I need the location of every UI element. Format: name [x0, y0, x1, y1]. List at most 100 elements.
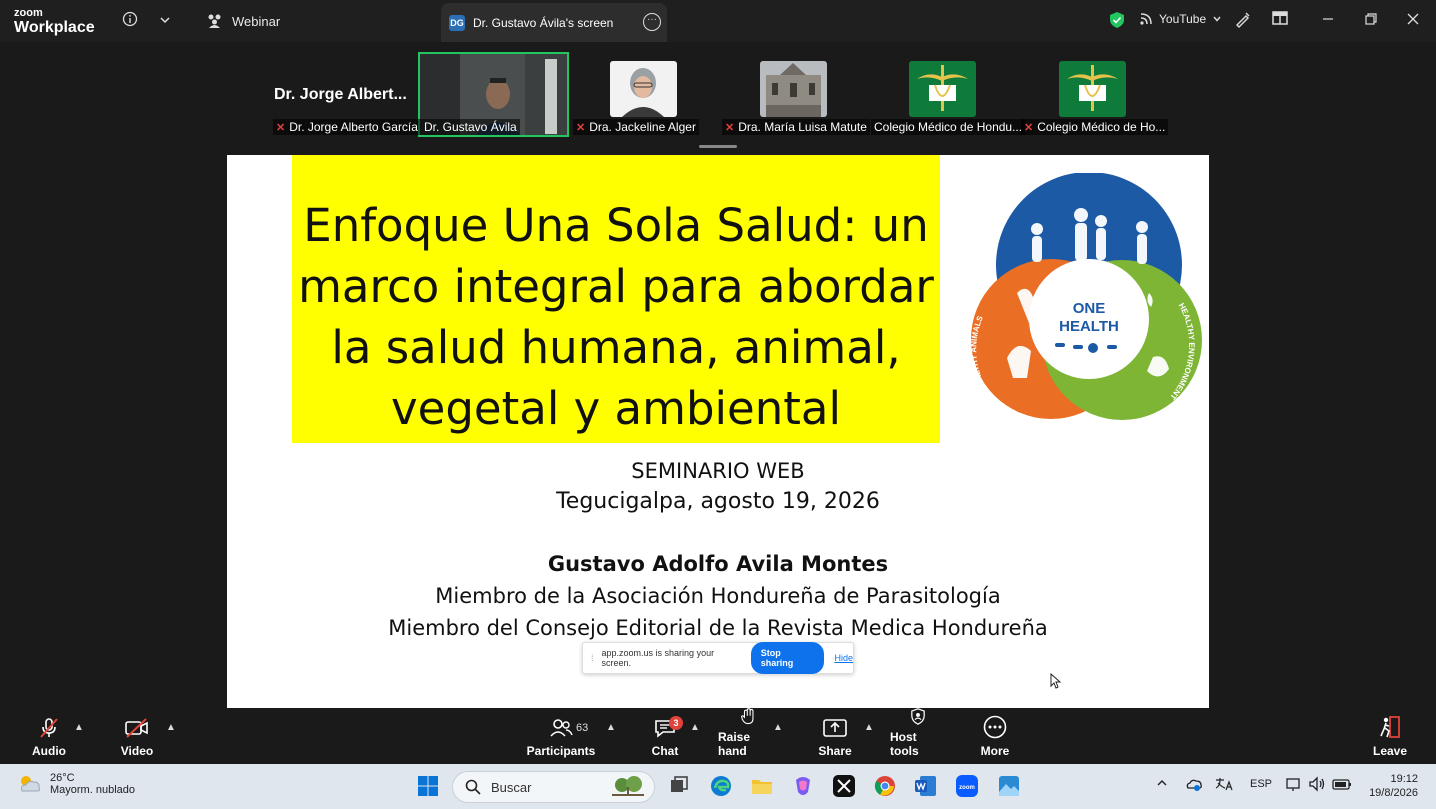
drag-handle-icon[interactable]: ⁞	[591, 653, 594, 663]
task-view-icon[interactable]	[667, 774, 691, 798]
more-options-icon[interactable]: ···	[643, 13, 661, 31]
audio-button[interactable]: Audio	[30, 708, 68, 764]
clock-time: 19:12	[1390, 773, 1418, 785]
share-label: Share	[818, 744, 852, 758]
active-speaker-name: Dr. Jorge Albert...	[274, 86, 407, 103]
weather-widget[interactable]: 26°C Mayorm. nublado	[16, 772, 135, 796]
more-label: More	[980, 744, 1010, 758]
stop-sharing-button[interactable]: Stop sharing	[750, 642, 825, 674]
search-highlight-tree-icon	[612, 776, 644, 796]
title-bar: zoom Workplace Webinar DG Dr. Gustavo Áv…	[0, 0, 1436, 42]
file-explorer-icon[interactable]	[750, 774, 774, 798]
video-off-icon	[125, 718, 148, 738]
minimize-icon[interactable]	[1317, 10, 1339, 32]
network-icon[interactable]	[1285, 776, 1303, 795]
video-options-caret-icon[interactable]: ▲	[166, 722, 176, 733]
participant-label: ✕ Colegio Médico de Ho...	[1021, 119, 1169, 135]
participant-video-colegio-1[interactable]	[909, 61, 976, 117]
word-icon[interactable]	[914, 774, 938, 798]
info-icon[interactable]	[120, 11, 140, 31]
participant-label: ✕ Dra. Jackeline Alger	[573, 119, 699, 135]
video-button[interactable]: Video	[118, 708, 156, 764]
presenter-initials-badge: DG	[449, 14, 465, 31]
svg-text:zoom: zoom	[959, 785, 975, 791]
leave-button[interactable]: Leave	[1370, 708, 1410, 764]
share-screen-icon	[823, 719, 847, 737]
cloudy-weather-icon	[21, 776, 41, 792]
zoom-workplace-logo: zoom Workplace	[14, 8, 95, 36]
participant-photo	[610, 61, 677, 117]
share-button[interactable]: Share	[814, 708, 856, 764]
restore-icon[interactable]	[1360, 10, 1382, 32]
edge-browser-icon[interactable]	[709, 774, 733, 798]
chevron-down-icon	[1213, 16, 1221, 22]
participant-label: ✕ Dra. María Luisa Matute	[722, 119, 870, 135]
one-health-logo: ONE HEALTH HEALTHY PEOPLE HEALTHY ANIMAL…	[969, 173, 1202, 420]
more-dots-icon	[983, 715, 1007, 739]
zoom-window: zoom Workplace Webinar DG Dr. Gustavo Áv…	[0, 0, 1436, 809]
live-stream-status[interactable]: YouTube	[1139, 12, 1222, 26]
chevron-down-icon[interactable]	[155, 11, 175, 31]
participant-gallery	[0, 42, 1436, 152]
participant-label: Colegio Médico de Hondu...	[871, 119, 1026, 135]
chrome-browser-icon[interactable]	[873, 774, 897, 798]
participant-video-maria-luisa[interactable]	[760, 61, 827, 117]
share-options-caret-icon[interactable]: ▲	[864, 722, 874, 733]
mic-muted-icon	[40, 718, 58, 738]
participant-video-colegio-2[interactable]	[1059, 61, 1126, 117]
onedrive-icon[interactable]	[1185, 776, 1203, 795]
encryption-shield-icon[interactable]	[1109, 11, 1125, 29]
tab-shared-screen[interactable]: DG Dr. Gustavo Ávila's screen ···	[441, 3, 667, 42]
screen-tab-label: Dr. Gustavo Ávila's screen	[473, 15, 614, 30]
gallery-resize-handle[interactable]	[699, 145, 737, 148]
reactions-caret-icon[interactable]: ▲	[773, 722, 783, 733]
audio-options-caret-icon[interactable]: ▲	[74, 722, 84, 733]
participant-video-jackeline[interactable]	[610, 61, 677, 117]
slide-author: Gustavo Adolfo Avila Montes	[547, 552, 889, 576]
search-icon	[465, 779, 481, 795]
view-layout-icon[interactable]	[1269, 10, 1291, 32]
meeting-controls: Audio ▲ Video ▲ Participants 63 ▲ Chat 3…	[0, 708, 1436, 764]
participant-label: Dr. Gustavo Ávila	[421, 119, 520, 135]
colegio-medico-logo	[909, 61, 976, 117]
battery-icon[interactable]	[1332, 776, 1352, 795]
language-switch-icon[interactable]	[1214, 776, 1234, 795]
host-tools-shield-icon	[911, 708, 925, 725]
chat-label: Chat	[651, 744, 679, 758]
capcut-icon[interactable]	[832, 774, 856, 798]
input-language-label[interactable]: ESP	[1250, 778, 1272, 790]
mouse-cursor-icon	[1050, 673, 1062, 689]
webinar-tab[interactable]: Webinar	[200, 6, 286, 36]
chat-options-caret-icon[interactable]: ▲	[690, 722, 700, 733]
logo-small-text: zoom	[14, 7, 43, 19]
participant-name: Dr. Jorge Alberto García	[289, 120, 418, 134]
participants-options-caret-icon[interactable]: ▲	[606, 722, 616, 733]
participants-button[interactable]: Participants	[527, 708, 595, 764]
annotate-icon[interactable]	[1232, 10, 1254, 32]
copilot-icon[interactable]	[791, 774, 815, 798]
tray-overflow-caret-icon[interactable]	[1156, 777, 1168, 792]
participant-name: Dra. María Luisa Matute	[738, 120, 867, 134]
more-button[interactable]: More	[976, 708, 1014, 764]
video-label: Video	[120, 744, 154, 758]
volume-icon[interactable]	[1308, 776, 1326, 795]
title-highlight-box: Enfoque Una Sola Salud: un marco integra…	[292, 155, 940, 443]
system-clock[interactable]: 19:12 19/8/2026	[1369, 772, 1418, 800]
mic-muted-icon: ✕	[725, 121, 735, 134]
photos-app-icon[interactable]	[997, 774, 1021, 798]
host-tools-button[interactable]: Host tools	[890, 708, 946, 764]
colegio-medico-logo	[1059, 61, 1126, 117]
windows-start-icon[interactable]	[416, 774, 440, 798]
raise-hand-button[interactable]: Raise hand	[718, 708, 778, 764]
participant-name: Dr. Gustavo Ávila	[424, 120, 517, 134]
participant-name: Dra. Jackeline Alger	[589, 120, 696, 134]
hide-link[interactable]: Hide	[834, 653, 853, 663]
people-icon	[208, 14, 221, 28]
close-icon[interactable]	[1402, 10, 1424, 32]
taskbar-search-input[interactable]: Buscar	[452, 771, 655, 803]
slide-affiliation-2: Miembro del Consejo Editorial de la Revi…	[388, 616, 1048, 640]
zoom-app-icon[interactable]: zoom	[955, 774, 979, 798]
leave-label: Leave	[1372, 744, 1408, 758]
logo-center-line-1: ONE	[1073, 300, 1106, 317]
participants-icon	[550, 719, 573, 737]
